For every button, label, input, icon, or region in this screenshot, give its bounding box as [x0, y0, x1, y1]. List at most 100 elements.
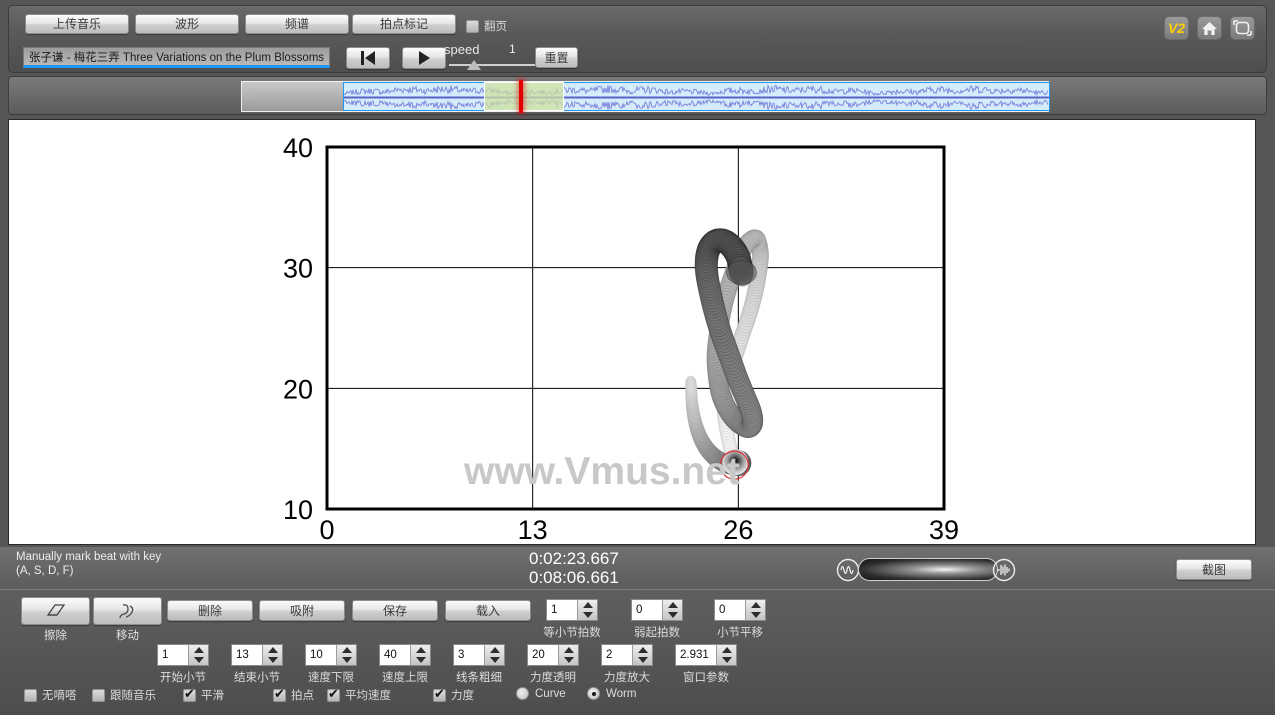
spinner-beats-per-bar[interactable]: 1	[546, 599, 598, 621]
checkbox-box[interactable]	[273, 687, 286, 702]
fullscreen-icon[interactable]	[1230, 16, 1255, 40]
spinner-value[interactable]: 1	[158, 645, 188, 665]
move-tool-button[interactable]	[93, 597, 162, 625]
spinner-up-button[interactable]	[485, 645, 504, 655]
spinner-arrows[interactable]	[577, 600, 597, 620]
beat-marks-button[interactable]: 拍点标记	[352, 14, 456, 34]
screenshot-button[interactable]: 截图	[1176, 559, 1252, 580]
spinner-value[interactable]: 1	[547, 600, 577, 620]
spinner-value[interactable]: 10	[306, 645, 336, 665]
speed-thumb[interactable]	[467, 60, 481, 70]
spinner-up-button[interactable]	[717, 645, 736, 655]
waveform-icon[interactable]	[836, 558, 860, 582]
spinner-down-button[interactable]	[746, 610, 765, 620]
spinner-down-button[interactable]	[263, 655, 282, 665]
checkbox-follow-music[interactable]: 跟随音乐	[92, 687, 156, 703]
spinner-up-button[interactable]	[411, 645, 430, 655]
spinner-value[interactable]: 2	[602, 645, 632, 665]
spinner-down-button[interactable]	[485, 655, 504, 665]
spinner-arrows[interactable]	[716, 645, 736, 665]
speed-track[interactable]	[449, 64, 545, 66]
radio-curve[interactable]: Curve	[516, 687, 566, 700]
play-button[interactable]	[402, 47, 446, 69]
upload-music-button[interactable]: 上传音乐	[25, 14, 129, 34]
waveform-analysis-window[interactable]	[484, 82, 564, 111]
spinner-up-button[interactable]	[263, 645, 282, 655]
spinner-down-button[interactable]	[411, 655, 430, 665]
spinner-down-button[interactable]	[559, 655, 578, 665]
flip-page-checkbox[interactable]: 翻页	[466, 18, 507, 34]
spinner-value[interactable]: 13	[232, 645, 262, 665]
speaker-icon[interactable]	[992, 558, 1016, 582]
worm-chart-panel[interactable]: 10 20 30 40 0 13 26 39 www.Vmus.net	[8, 119, 1256, 545]
spinner-arrows[interactable]	[632, 645, 652, 665]
spinner-value[interactable]: 0	[632, 600, 662, 620]
spinner-down-button[interactable]	[663, 610, 682, 620]
spinner-value[interactable]: 2.931	[676, 645, 716, 665]
spinner-up-button[interactable]	[633, 645, 652, 655]
waveform-button[interactable]: 波形	[135, 14, 239, 34]
spinner-arrows[interactable]	[662, 600, 682, 620]
spinner-down-button[interactable]	[578, 610, 597, 620]
speed-slider[interactable]: speed 1	[444, 42, 549, 72]
version-badge-icon[interactable]: V2	[1164, 16, 1189, 40]
spinner-start-bar[interactable]: 1	[157, 644, 209, 666]
spinner-up-button[interactable]	[189, 645, 208, 655]
spinner-down-button[interactable]	[337, 655, 356, 665]
snap-button[interactable]: 吸附	[259, 600, 345, 621]
erase-tool-button[interactable]	[21, 597, 90, 625]
spinner-up-button[interactable]	[337, 645, 356, 655]
checkbox-smooth[interactable]: 平滑	[183, 687, 224, 703]
delete-button[interactable]: 删除	[167, 600, 253, 621]
spinner-pickup-beats[interactable]: 0	[631, 599, 683, 621]
radio-box[interactable]	[587, 687, 600, 700]
spinner-value[interactable]: 40	[380, 645, 410, 665]
spinner-up-button[interactable]	[663, 600, 682, 610]
checkbox-box[interactable]	[327, 687, 340, 702]
checkbox-box[interactable]	[183, 687, 196, 702]
spinner-window-param[interactable]: 2.931	[675, 644, 737, 666]
waveform-playhead[interactable]	[519, 80, 523, 113]
skip-back-button[interactable]	[346, 47, 390, 69]
checkbox-box[interactable]	[92, 688, 105, 702]
checkbox-dynamics[interactable]: 力度	[433, 687, 474, 703]
checkbox-box[interactable]	[433, 687, 446, 702]
spinner-value[interactable]: 3	[454, 645, 484, 665]
spectrogram-button[interactable]: 频谱	[245, 14, 349, 34]
spinner-down-button[interactable]	[717, 655, 736, 665]
track-title-field[interactable]: 张子谦 - 梅花三弄 Three Variations on the Plum …	[23, 47, 330, 68]
reset-button[interactable]: 重置	[535, 47, 578, 68]
spinner-dynamics-zoom[interactable]: 2	[601, 644, 653, 666]
checkbox-no-metronome[interactable]: 无嘀嗒	[24, 687, 77, 703]
spinner-up-button[interactable]	[746, 600, 765, 610]
spinner-arrows[interactable]	[410, 645, 430, 665]
spinner-up-button[interactable]	[578, 600, 597, 610]
checkbox-average-tempo[interactable]: 平均速度	[327, 687, 391, 703]
checkbox-box[interactable]	[466, 19, 479, 33]
spinner-line-thickness[interactable]: 3	[453, 644, 505, 666]
spinner-tempo-max[interactable]: 40	[379, 644, 431, 666]
waveform-track[interactable]	[241, 80, 1050, 113]
home-icon[interactable]	[1197, 16, 1222, 40]
spinner-bar-shift[interactable]: 0	[714, 599, 766, 621]
spinner-arrows[interactable]	[484, 645, 504, 665]
load-button[interactable]: 载入	[445, 600, 531, 621]
waveform-loaded-region[interactable]	[343, 82, 1050, 111]
waveform-overview-panel[interactable]	[8, 76, 1267, 115]
spinner-dynamics-alpha[interactable]: 20	[527, 644, 579, 666]
spinner-value[interactable]: 0	[715, 600, 745, 620]
spinner-arrows[interactable]	[188, 645, 208, 665]
spinner-arrows[interactable]	[262, 645, 282, 665]
spinner-end-bar[interactable]: 13	[231, 644, 283, 666]
spinner-arrows[interactable]	[745, 600, 765, 620]
spinner-down-button[interactable]	[189, 655, 208, 665]
save-button[interactable]: 保存	[352, 600, 438, 621]
checkbox-box[interactable]	[24, 688, 37, 702]
radio-box[interactable]	[516, 687, 529, 700]
spinner-up-button[interactable]	[559, 645, 578, 655]
volume-slider[interactable]	[858, 558, 998, 581]
spinner-down-button[interactable]	[633, 655, 652, 665]
checkbox-beats[interactable]: 拍点	[273, 687, 314, 703]
radio-worm[interactable]: Worm	[587, 687, 636, 700]
spinner-tempo-min[interactable]: 10	[305, 644, 357, 666]
